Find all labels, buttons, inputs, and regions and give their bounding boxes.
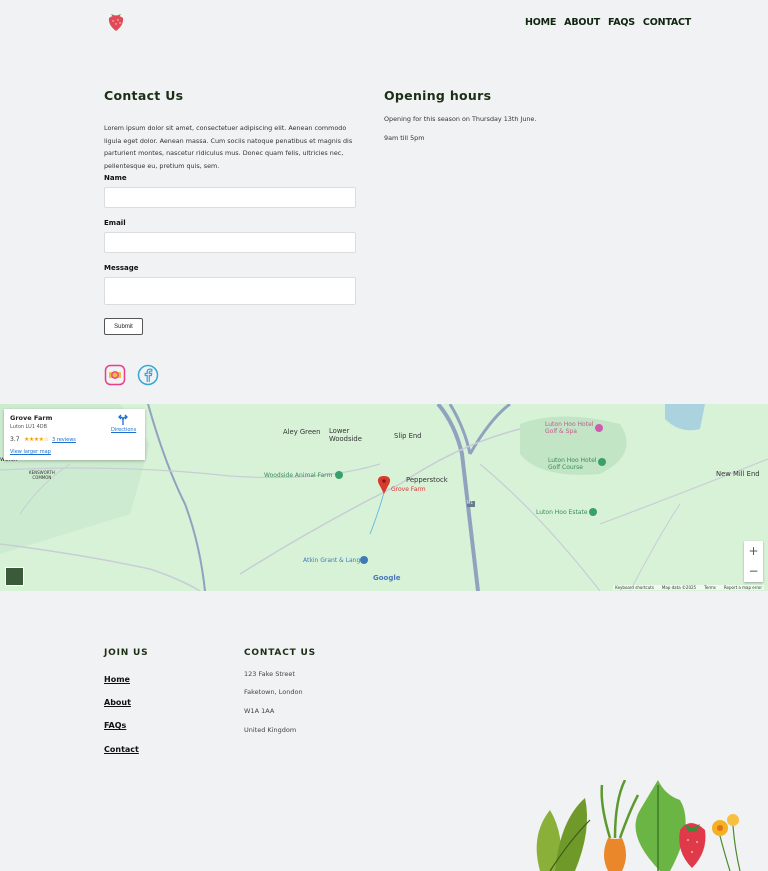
footer-link-contact[interactable]: Contact: [104, 745, 139, 754]
map-label-luton-hoo-estate: Luton Hoo Estate: [536, 509, 588, 516]
facebook-icon[interactable]: [137, 364, 159, 386]
name-input[interactable]: [104, 187, 356, 208]
place-address: Luton LU1 4DB: [10, 424, 48, 430]
nav-faqs[interactable]: FAQS: [608, 17, 635, 28]
map-label-m1: M1: [467, 500, 473, 505]
zoom-in-button[interactable]: +: [744, 541, 763, 561]
place-name: Grove Farm: [10, 414, 53, 422]
map-label-luton-hoo-golf: Luton Hoo Hotel Golf Course: [548, 457, 597, 471]
email-label: Email: [104, 219, 126, 227]
google-logo: Google: [373, 574, 401, 582]
address-line-4: United Kingdom: [244, 726, 297, 734]
submit-button[interactable]: Submit: [104, 318, 143, 335]
map-label-atkin-grant: Atkin Grant & Lang: [303, 557, 361, 564]
directions-link[interactable]: Directions: [111, 427, 136, 433]
map-label-slip-end: Slip End: [394, 432, 422, 440]
map-place-card: Grove Farm Luton LU1 4DB 3.7 ★★★★☆ 3 rev…: [4, 409, 145, 460]
map-zoom-control: + −: [744, 541, 763, 582]
place-reviews-link[interactable]: 3 reviews: [52, 437, 76, 443]
name-label: Name: [104, 174, 127, 182]
terms-link[interactable]: Terms: [704, 585, 716, 590]
map-embed[interactable]: Aley Green Lower Woodside Slip End Peppe…: [0, 404, 768, 591]
map-label-pepperstock: Pepperstock: [406, 476, 448, 484]
footer-link-home[interactable]: Home: [104, 675, 130, 684]
nav-contact[interactable]: CONTACT: [643, 17, 691, 28]
nav-home[interactable]: HOME: [525, 17, 556, 28]
map-label-lower-woodside: Lower Woodside: [329, 427, 362, 443]
map-attribution: Keyboard shortcuts Map data ©2025 Terms …: [613, 585, 764, 590]
vegetables-illustration: [536, 780, 741, 871]
satellite-toggle[interactable]: [5, 567, 24, 586]
contact-intro: Lorem ipsum dolor sit amet, consectetuer…: [104, 124, 353, 171]
place-rating: 3.7: [10, 436, 20, 443]
contact-heading: Contact Us: [104, 88, 184, 103]
zoom-out-button[interactable]: −: [744, 561, 763, 581]
map-label-aley-green: Aley Green: [283, 428, 321, 436]
instagram-icon[interactable]: [104, 364, 126, 386]
map-label-grove-farm: Grove Farm: [391, 486, 426, 493]
nav-about[interactable]: ABOUT: [564, 17, 600, 28]
place-stars: ★★★★☆: [24, 436, 49, 443]
map-label-woodside-animal-farm: Woodside Animal Farm: [264, 472, 333, 479]
hours-heading: Opening hours: [384, 88, 492, 103]
map-label-kensworth-common: KENSWORTH COMMON: [29, 470, 55, 480]
address-line-3: W1A 1AA: [244, 707, 275, 715]
email-input[interactable]: [104, 232, 356, 253]
footer-link-faqs[interactable]: FAQs: [104, 721, 126, 730]
map-data-text: Map data ©2025: [661, 585, 697, 590]
address-line-2: Faketown, London: [244, 688, 303, 696]
keyboard-shortcuts-link[interactable]: Keyboard shortcuts: [615, 585, 654, 590]
strawberry-logo-icon[interactable]: [106, 10, 126, 32]
hours-times: 9am till 5pm: [384, 134, 425, 142]
address-line-1: 123 Fake Street: [244, 670, 295, 678]
message-textarea[interactable]: [104, 277, 356, 305]
main-nav: HOME ABOUT FAQS CONTACT: [525, 17, 691, 28]
hours-season: Opening for this season on Thursday 13th…: [384, 115, 537, 123]
footer-link-about[interactable]: About: [104, 698, 131, 707]
footer-join-heading: JOIN US: [104, 648, 149, 658]
report-error-link[interactable]: Report a map error: [724, 585, 762, 590]
map-label-luton-hoo-spa: Luton Hoo Hotel Golf & Spa: [545, 421, 594, 435]
view-larger-map-link[interactable]: View larger map: [10, 449, 51, 455]
footer-contact-heading: CONTACT US: [244, 648, 316, 658]
directions-icon[interactable]: [117, 414, 129, 426]
map-label-new-mill-end: New Mill End: [716, 470, 760, 478]
message-label: Message: [104, 264, 139, 272]
